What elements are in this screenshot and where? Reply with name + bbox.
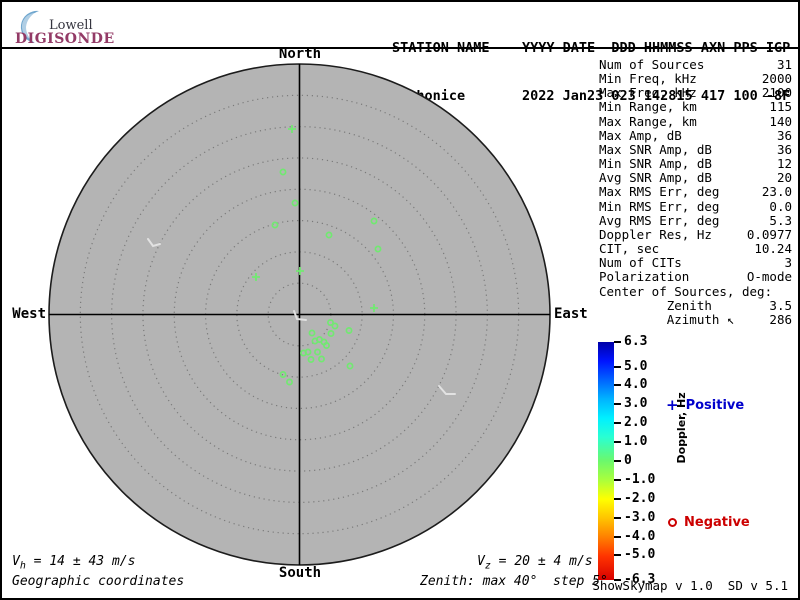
vertical-velocity-readout: Vz = 20 ± 4 m/s (477, 554, 593, 572)
stat-row: CIT, sec 10.24 (599, 241, 792, 257)
legend-negative: Negative (668, 515, 750, 530)
stat-value: 2100 (761, 85, 792, 101)
stat-label: Min RMS Err, deg (599, 198, 720, 214)
stat-row: Num of Sources 31 (599, 57, 792, 72)
colorbar-tick-label: -1.0 (624, 471, 656, 487)
stat-value: 31 (776, 57, 792, 72)
stats-panel: Num of Sources 31 Min Freq, kHz 2000 Max Fre… (599, 57, 792, 327)
stat-row: Max SNR Amp, dB 36 (599, 141, 792, 157)
colorbar-tick-label: -2.0 (624, 490, 656, 506)
horizontal-velocity-readout: Vh = 14 ± 43 m/s (12, 554, 136, 572)
colorbar-tick-mark (614, 497, 621, 500)
stat-row: Azimuth ↖ 286 (599, 311, 792, 327)
stat-row: Max Amp, dB 36 (599, 127, 792, 143)
colorbar-tick-mark (614, 460, 621, 462)
stat-value: 23.0 (761, 184, 792, 200)
stat-label: Max Range, km (599, 113, 697, 129)
stat-row: Min Range, km 115 (599, 100, 792, 114)
stat-value: 140 (769, 113, 792, 129)
colorbar-tick-label: 2.0 (624, 415, 648, 431)
stat-label: Max Amp, dB (599, 127, 682, 143)
plus-marker-icon: + (666, 396, 679, 414)
stat-value: 20 (776, 170, 792, 186)
colorbar-tick-mark (614, 341, 621, 343)
stat-label: Num of Sources (599, 57, 705, 72)
stat-label: Min Range, km (599, 99, 697, 115)
stat-value: 5.3 (769, 212, 792, 228)
stat-value: 0.0977 (746, 226, 792, 242)
colorbar-tick-label: -4.0 (624, 528, 656, 544)
compass-north-label: North (278, 46, 322, 62)
compass-south-label: South (278, 565, 322, 581)
stat-label: Zenith (599, 297, 712, 313)
legend-positive: + Positive (666, 396, 745, 414)
stat-row: Min Freq, kHz 2000 (599, 72, 792, 86)
stat-value: 36 (776, 141, 792, 157)
stat-row: Min SNR Amp, dB 12 (599, 156, 792, 172)
stat-value: 2000 (761, 71, 792, 87)
stat-row: Polarization O-mode (599, 270, 792, 284)
stat-label: CIT, sec (599, 241, 660, 257)
stat-label: Avg RMS Err, deg (599, 212, 720, 228)
stat-row: Zenith 3.5 (599, 297, 792, 313)
stat-row: Center of Sources, deg: (599, 283, 792, 299)
stat-row: Max Range, km 140 (599, 113, 792, 129)
stat-label: Max SNR Amp, dB (599, 141, 712, 157)
stat-label: Doppler Res, Hz (599, 226, 712, 242)
colorbar-tick-mark (614, 441, 621, 444)
stat-label: Num of CITs (599, 255, 682, 271)
showskymap-window: Lowell DIGISONDE STATION NAME YYYY DATE DDD… (0, 0, 800, 600)
compass-east-label: East (554, 306, 588, 322)
stat-label: Azimuth ↖ (599, 311, 735, 327)
stat-value: 3.5 (769, 297, 792, 313)
colorbar-tick-mark (614, 422, 621, 425)
zenith-scale-note: Zenith: max 40° step 5° (420, 574, 608, 589)
stat-value: O-mode (746, 269, 792, 285)
colorbar-tick-label: -3.0 (624, 509, 656, 525)
colorbar-tick-mark (614, 516, 621, 519)
stat-row: Num of CITs 3 (599, 256, 792, 270)
stat-row: Avg SNR Amp, dB 20 (599, 171, 792, 185)
stat-label: Min Freq, kHz (599, 71, 697, 87)
colorbar-tick-label: 5.0 (624, 358, 648, 374)
stat-value: 0.0 (769, 198, 792, 214)
circle-marker-icon (668, 518, 677, 527)
colorbar-tick-label: 6.3 (624, 334, 648, 349)
doppler-colorbar: 6.3 5.0 4.0 3.0 2.0 1.0 0 -1.0 -2.0 -3.0 -4.0 -5.0-… (598, 335, 718, 587)
stat-label: Avg SNR Amp, dB (599, 170, 712, 186)
stat-value: 12 (776, 156, 792, 172)
stat-row: Doppler Res, Hz 0.0977 (599, 226, 792, 242)
doppler-colorbar-gradient (598, 342, 614, 580)
colorbar-tick-mark (614, 384, 621, 387)
coordinates-mode-label: Geographic coordinates (12, 574, 185, 589)
colorbar-tick-label: 4.0 (624, 377, 648, 393)
colorbar-tick-mark (614, 535, 621, 538)
stat-row: Min RMS Err, deg 0.0 (599, 198, 792, 214)
stat-value: 10.24 (754, 241, 792, 257)
compass-west-label: West (12, 306, 46, 322)
stat-label: Min SNR Amp, dB (599, 156, 712, 172)
colorbar-tick-label: 1.0 (624, 434, 648, 450)
version-label: ShowSkymap v 1.0 SD v 5.1 (592, 578, 788, 593)
stat-row: Max RMS Err, deg 23.0 (599, 185, 792, 199)
stat-value: 3 (784, 255, 792, 271)
colorbar-tick-mark (614, 403, 621, 406)
stat-value: 36 (776, 127, 792, 143)
colorbar-tick-mark (614, 365, 621, 368)
stat-value: 115 (769, 99, 792, 115)
stat-label: Polarization (599, 269, 690, 285)
stat-label: Center of Sources, deg: (599, 283, 773, 299)
stat-label: Max Freq, kHz (599, 85, 697, 101)
colorbar-tick-label: -5.0 (624, 547, 656, 563)
colorbar-tick-mark (614, 554, 621, 557)
stat-row: Max Freq, kHz 2100 (599, 86, 792, 100)
stat-row: Avg RMS Err, deg 5.3 (599, 212, 792, 228)
stat-label: Max RMS Err, deg (599, 184, 720, 200)
colorbar-tick-label: 0 (624, 453, 632, 468)
colorbar-tick-mark (614, 478, 621, 481)
legend-positive-label: Positive (685, 398, 745, 413)
colorbar-tick-label: 3.0 (624, 396, 648, 412)
legend-negative-label: Negative (684, 515, 750, 530)
stat-value: 286 (769, 311, 792, 327)
